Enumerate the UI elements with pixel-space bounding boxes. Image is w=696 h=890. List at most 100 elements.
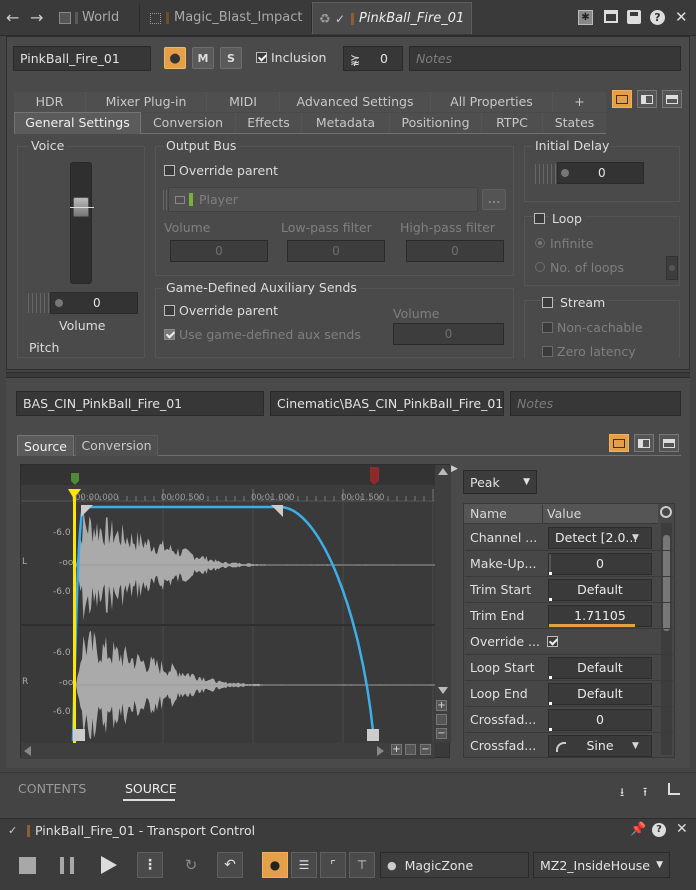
peak-dropdown[interactable]: Peak ▼ — [463, 470, 537, 494]
window-icon[interactable] — [604, 10, 618, 23]
zoom-in-v-button[interactable]: + — [436, 700, 447, 711]
transport-help-icon[interactable]: ? — [652, 823, 666, 837]
state-dropdown[interactable]: MZ2_InsideHouse ▼ — [533, 852, 670, 878]
tab-source-bottom[interactable]: SOURCE — [125, 781, 177, 796]
prop-row-trim-end[interactable]: Trim End 1.71105 — [465, 603, 673, 629]
tab-source-conversion[interactable]: Conversion — [75, 435, 158, 456]
tab-add[interactable]: + — [553, 92, 606, 112]
layout-split-v-button[interactable] — [637, 90, 657, 108]
close-icon[interactable]: ✕ — [675, 8, 688, 26]
star-pin-icon[interactable]: ✱ — [578, 10, 593, 25]
delay-stepper-grip[interactable] — [535, 164, 557, 184]
fade-out-handle[interactable] — [271, 505, 283, 517]
zero-latency-checkbox[interactable] — [542, 346, 553, 357]
zoom-fit-h-button[interactable] — [405, 744, 416, 755]
inclusion-checkbox[interactable] — [256, 52, 267, 63]
loop-checkbox[interactable] — [534, 213, 545, 224]
dock-bottom-icon[interactable]: ⭳ — [620, 783, 624, 804]
playhead-cursor[interactable] — [73, 489, 76, 755]
props-search-icon[interactable] — [660, 506, 672, 518]
voice-volume-slider-handle[interactable] — [70, 197, 94, 217]
prop-row-makeup[interactable]: Make-Up... 0 — [465, 551, 673, 577]
stream-checkbox[interactable] — [542, 297, 553, 308]
tab-advanced-settings[interactable]: Advanced Settings — [280, 92, 431, 112]
layout-split-h-button[interactable] — [662, 90, 682, 108]
waveform-view[interactable]: 00:00.000 00:00.500 00:01.000 00:01.500 … — [20, 464, 451, 759]
use-aux-checkbox[interactable] — [164, 329, 175, 340]
tab-effects[interactable]: Effects — [236, 113, 302, 133]
help-icon[interactable]: ? — [650, 10, 665, 25]
trim-start-handle[interactable] — [73, 729, 85, 741]
tab-contents[interactable]: CONTENTS — [18, 781, 86, 796]
source-layout-split-h-button[interactable] — [659, 434, 679, 452]
prop-row-override[interactable]: Override ... — [465, 629, 673, 655]
output-override-checkbox[interactable] — [164, 165, 175, 176]
tab-rtpc[interactable]: RTPC — [482, 113, 543, 133]
tab-pinkball-fire[interactable]: ♻ ✓ PinkBall_Fire_01 — [312, 2, 472, 34]
tab-source[interactable]: Source — [17, 435, 74, 456]
props-col-value[interactable]: Value — [547, 506, 581, 521]
color-palette-button[interactable]: ● — [164, 47, 186, 69]
loop-infinite-radio[interactable] — [535, 238, 545, 248]
voice-stepper-grip[interactable] — [28, 293, 50, 313]
prop-row-crossfade-shape[interactable]: Crossfad... Sine ▼ — [465, 733, 673, 759]
layout-single-button[interactable] — [612, 90, 632, 108]
tab-mixer-plugin[interactable]: Mixer Plug-in — [86, 92, 207, 112]
highpass-value[interactable]: 0 — [406, 240, 504, 262]
zoom-in-h-button[interactable]: + — [391, 744, 402, 755]
pause-button[interactable] — [54, 852, 80, 878]
source-path-field[interactable]: Cinematic\BAS_CIN_PinkBall_Fire_01.... — [270, 391, 504, 416]
pin-icon[interactable]: 📌 — [630, 822, 646, 837]
props-col-name[interactable]: Name — [470, 506, 507, 521]
switch-button[interactable]: ☰ — [291, 852, 317, 878]
forward-icon[interactable]: → — [30, 9, 48, 27]
tab-conversion[interactable]: Conversion — [141, 113, 236, 133]
initial-delay-value[interactable]: 0 — [557, 162, 644, 184]
zoom-out-v-button[interactable]: − — [436, 728, 447, 739]
prop-row-loop-start[interactable]: Loop Start Default — [465, 655, 673, 681]
source-name-field[interactable]: BAS_CIN_PinkBall_Fire_01 — [16, 391, 264, 416]
aux-override-checkbox[interactable] — [164, 305, 175, 316]
play-button[interactable] — [96, 852, 122, 878]
transport-close-icon[interactable]: ✕ — [676, 821, 688, 837]
aux-volume-value[interactable]: 0 — [393, 323, 504, 345]
tab-world[interactable]: World — [52, 4, 140, 32]
zoom-out-h-button[interactable]: − — [420, 744, 431, 755]
source-layout-single-button[interactable] — [609, 434, 629, 452]
solo-button[interactable]: S — [220, 47, 242, 69]
tab-all-properties[interactable]: All Properties — [431, 92, 553, 112]
output-bus-browse-button[interactable]: ... — [482, 189, 506, 210]
source-layout-split-v-button[interactable] — [634, 434, 654, 452]
loop-count-stepper[interactable] — [666, 256, 678, 280]
waveform-h-scrollbar[interactable] — [21, 743, 435, 759]
reset-button[interactable]: ↶ — [217, 852, 243, 878]
tab-positioning[interactable]: Positioning — [390, 113, 482, 133]
override-checkbox[interactable] — [547, 636, 558, 647]
prop-row-trim-start[interactable]: Trim Start Default — [465, 577, 673, 603]
output-volume-value[interactable]: 0 — [170, 240, 268, 262]
state-group-field[interactable]: ● MagicZone — [380, 852, 529, 878]
game-sync-button[interactable]: ● — [262, 852, 288, 878]
zoom-fit-v-button[interactable] — [436, 714, 447, 725]
loop-mode-button[interactable]: ↻ — [178, 852, 204, 878]
rtpc-button[interactable]: ⌜ — [320, 852, 346, 878]
notes-field[interactable]: Notes — [409, 46, 681, 71]
prop-row-channel[interactable]: Channel ... Detect [2.0... ▼ — [465, 525, 673, 551]
loop-count-radio[interactable] — [535, 262, 545, 272]
tab-magic-blast-impact[interactable]: Magic_Blast_Impact — [142, 4, 312, 32]
mute-button[interactable]: M — [192, 47, 214, 69]
stop-button[interactable] — [14, 852, 40, 878]
voice-volume-value[interactable]: 0 — [50, 292, 138, 314]
noncachable-checkbox[interactable] — [542, 322, 553, 333]
save-icon[interactable] — [627, 10, 641, 24]
prop-row-loop-end[interactable]: Loop End Default — [465, 681, 673, 707]
undock-icon[interactable] — [668, 783, 680, 795]
tab-states[interactable]: States — [543, 113, 606, 133]
source-notes-field[interactable]: Notes — [510, 391, 681, 416]
object-name-field[interactable]: PinkBall_Fire_01 — [13, 46, 151, 71]
lowpass-value[interactable]: 0 — [287, 240, 385, 262]
output-bus-field[interactable]: Player — [168, 187, 478, 212]
tab-midi[interactable]: MIDI — [207, 92, 280, 112]
collapse-arrow-icon[interactable]: ▶ — [451, 464, 458, 474]
tab-hdr[interactable]: HDR — [14, 92, 86, 112]
